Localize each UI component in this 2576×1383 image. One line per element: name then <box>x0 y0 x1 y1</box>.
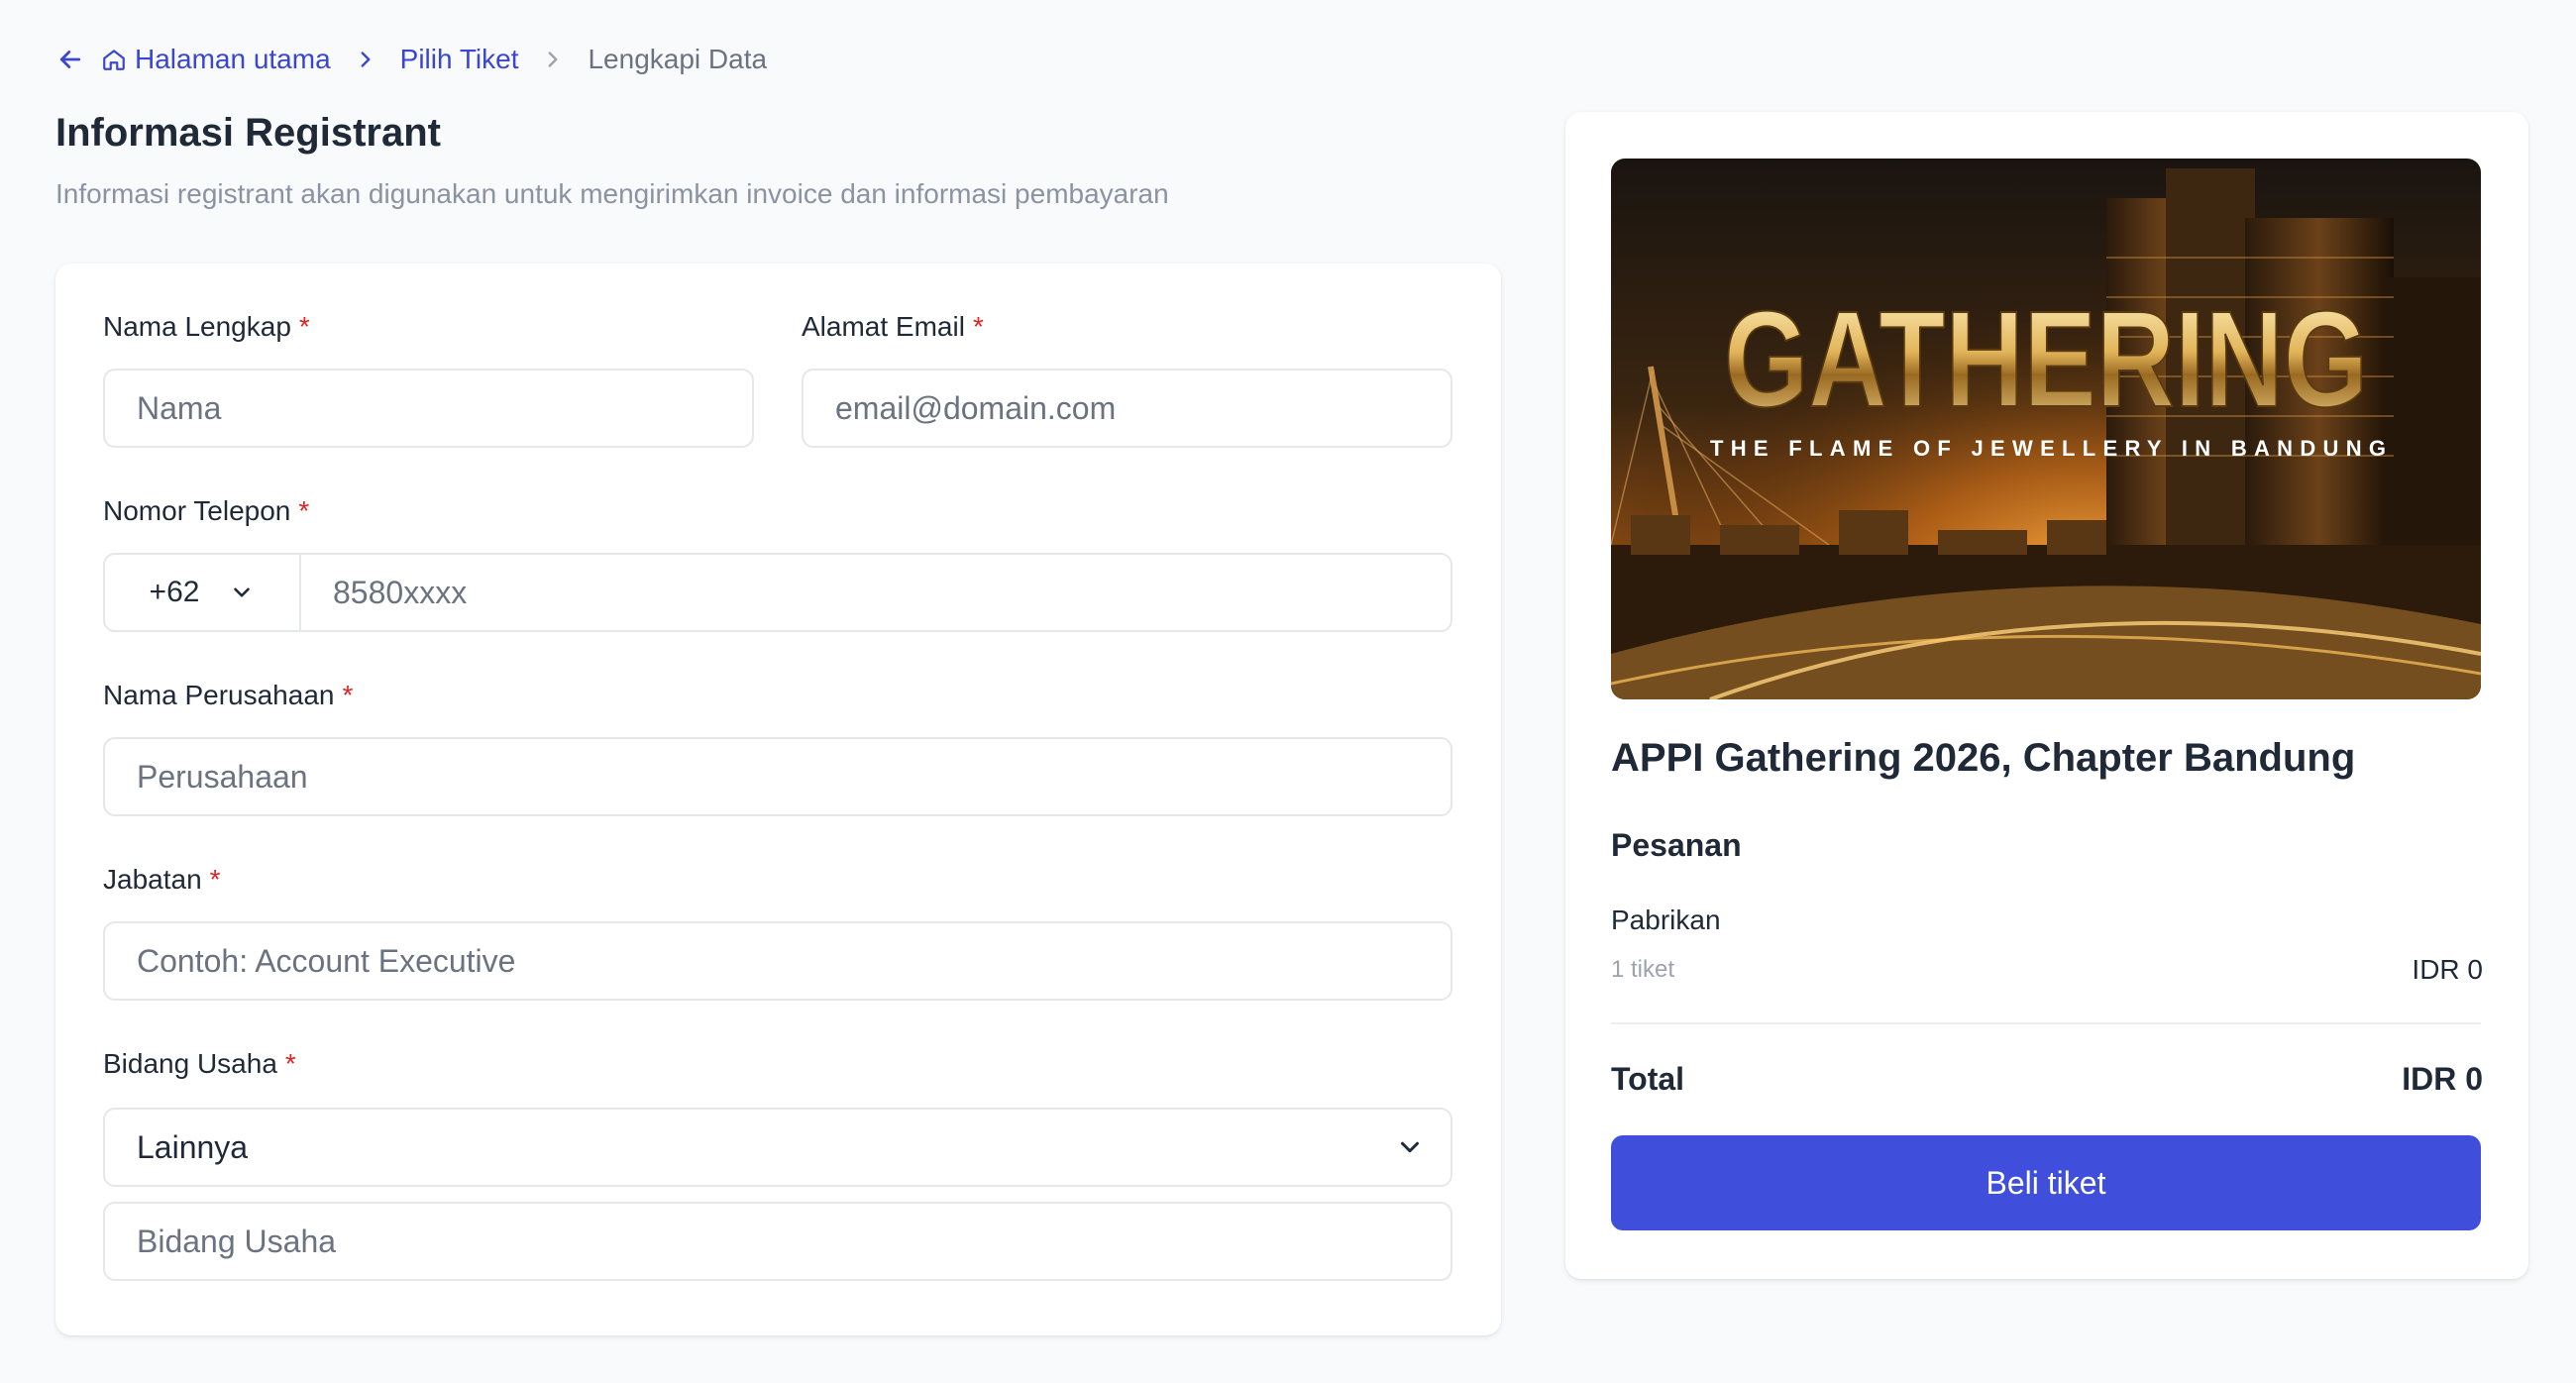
business-field-select[interactable]: Lainnya <box>103 1108 1452 1187</box>
company-label: Nama Perusahaan * <box>103 680 354 710</box>
country-code-value: +62 <box>149 576 200 608</box>
email-placeholder: email@domain.com <box>835 389 1117 426</box>
position-label: Jabatan * <box>103 864 221 895</box>
event-banner: GATHERING THE FLAME OF JEWELLERY IN BAND… <box>1611 159 2481 699</box>
home-icon <box>103 50 125 70</box>
required-mark: * <box>972 311 984 342</box>
breadcrumb: Halaman utama Pilih Tiket Lengkapi Data <box>55 38 767 81</box>
registrant-form: Nama Lengkap * Nama Alamat Email * email@d… <box>55 264 1501 1335</box>
breadcrumb-current: Lengkapi Data <box>588 44 768 74</box>
total-label: Total <box>1611 1061 1685 1097</box>
business-field-other-input[interactable]: Bidang Usaha <box>103 1202 1452 1281</box>
banner-headline: GATHERING <box>1724 283 2368 436</box>
required-mark: * <box>298 495 310 526</box>
business-field-other-placeholder: Bidang Usaha <box>137 1223 337 1259</box>
order-summary-card: GATHERING THE FLAME OF JEWELLERY IN BAND… <box>1565 112 2528 1279</box>
breadcrumb-home-link[interactable]: Halaman utama <box>135 44 331 75</box>
arrow-left-icon[interactable] <box>55 45 85 74</box>
required-mark: * <box>284 1048 296 1079</box>
full-name-input[interactable]: Nama <box>103 369 754 448</box>
required-mark: * <box>209 864 221 895</box>
company-input[interactable]: Perusahaan <box>103 737 1452 816</box>
ticket-name: Pabrikan <box>1611 904 1721 935</box>
divider <box>1611 1022 2481 1024</box>
business-field-label: Bidang Usaha * <box>103 1048 296 1079</box>
required-mark: * <box>342 680 354 710</box>
order-heading: Pesanan <box>1611 827 1742 863</box>
breadcrumb-tickets-link[interactable]: Pilih Tiket <box>400 44 519 75</box>
phone-field: +62 8580xxxx <box>103 553 1452 632</box>
chevron-down-icon <box>234 587 251 597</box>
event-title: APPI Gathering 2026, Chapter Bandung <box>1611 736 2356 780</box>
position-placeholder: Contoh: Account Executive <box>137 942 516 979</box>
ticket-quantity: 1 tiket <box>1611 956 1675 983</box>
chevron-right-icon <box>549 52 558 67</box>
ticket-price: IDR 0 <box>2412 954 2483 985</box>
phone-placeholder: 8580xxxx <box>333 574 468 610</box>
required-mark: * <box>298 311 310 342</box>
banner-tagline: THE FLAME OF JEWELLERY IN BANDUNG <box>1710 436 2394 461</box>
event-banner-image: GATHERING THE FLAME OF JEWELLERY IN BAND… <box>1611 159 2481 699</box>
page-subtitle: Informasi registrant akan digunakan untu… <box>55 178 1169 209</box>
business-field-selected: Lainnya <box>137 1128 249 1165</box>
full-name-label: Nama Lengkap * <box>103 311 310 342</box>
phone-number-input[interactable]: 8580xxxx <box>301 555 1450 630</box>
page-title: Informasi Registrant <box>55 111 441 155</box>
email-input[interactable]: email@domain.com <box>802 369 1452 448</box>
company-placeholder: Perusahaan <box>137 758 308 795</box>
full-name-placeholder: Nama <box>137 389 222 426</box>
chevron-right-icon <box>361 52 371 67</box>
phone-label: Nomor Telepon * <box>103 495 310 526</box>
email-label: Alamat Email * <box>802 311 984 342</box>
position-input[interactable]: Contoh: Account Executive <box>103 921 1452 1001</box>
buy-ticket-button[interactable]: Beli tiket <box>1611 1135 2481 1230</box>
chevron-down-icon <box>1401 1141 1419 1153</box>
country-code-select[interactable]: +62 <box>105 555 301 630</box>
total-value: IDR 0 <box>2402 1061 2483 1097</box>
